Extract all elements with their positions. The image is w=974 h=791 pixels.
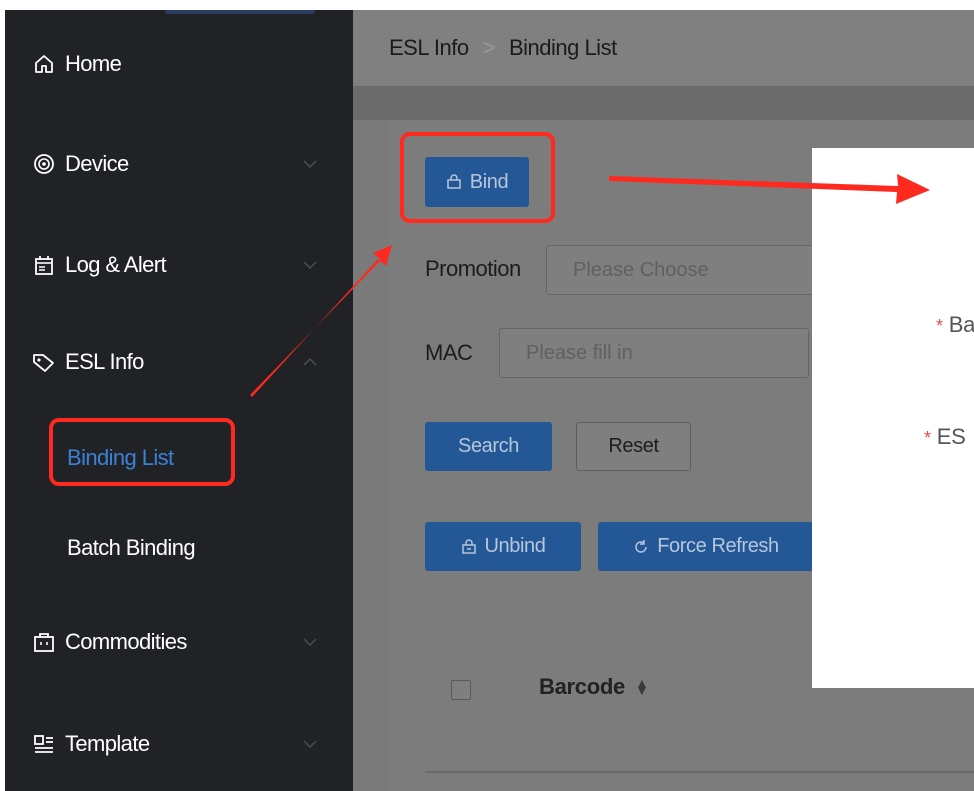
sidebar: Home Device Log & Alert ESL Info Binding… — [5, 10, 353, 791]
sidebar-subitem-label: Binding List — [67, 445, 174, 470]
mac-label: MAC — [425, 340, 473, 365]
logo — [165, 10, 315, 14]
sidebar-item-label: Device — [65, 151, 129, 176]
refresh-icon — [633, 539, 649, 555]
bind-dialog: * Ba * ES — [812, 148, 974, 688]
promotion-label: Promotion — [425, 256, 521, 281]
sidebar-subitem-label: Batch Binding — [67, 535, 196, 560]
reset-button[interactable]: Reset — [576, 422, 691, 471]
sidebar-item-device[interactable]: Device — [5, 134, 353, 194]
bag-icon — [446, 174, 462, 190]
sidebar-item-home[interactable]: Home — [5, 34, 353, 94]
chevron-up-icon — [303, 357, 317, 366]
chevron-down-icon — [303, 261, 317, 270]
briefcase-icon — [31, 629, 57, 655]
sidebar-item-commodities[interactable]: Commodities — [5, 612, 353, 672]
dialog-field-barcode-label: * Ba — [936, 312, 974, 337]
sidebar-item-template[interactable]: Template — [5, 714, 353, 774]
unbind-button[interactable]: Unbind — [425, 522, 581, 571]
sidebar-item-label: ESL Info — [65, 349, 144, 374]
table-divider — [425, 771, 974, 773]
chevron-down-icon — [303, 638, 317, 647]
sidebar-item-label: Template — [65, 731, 150, 756]
chevron-right-icon: > — [482, 35, 496, 60]
sidebar-item-log-alert[interactable]: Log & Alert — [5, 235, 353, 295]
sidebar-item-esl-info[interactable]: ESL Info — [5, 332, 353, 392]
calendar-icon — [31, 252, 57, 278]
sidebar-item-label: Log & Alert — [65, 252, 167, 277]
force-refresh-button[interactable]: Force Refresh — [598, 522, 814, 571]
content-gap — [353, 86, 974, 120]
breadcrumb: ESL Info > Binding List — [353, 10, 974, 86]
breadcrumb-parent[interactable]: ESL Info — [389, 35, 469, 61]
search-button[interactable]: Search — [425, 422, 552, 471]
sidebar-subitem-binding-list[interactable]: Binding List — [5, 430, 353, 486]
unbind-icon — [461, 538, 477, 555]
column-header-barcode[interactable]: Barcode ▲ ▼ — [539, 674, 649, 700]
mac-input[interactable]: Please fill in — [499, 328, 809, 378]
promotion-select[interactable]: Please Choose — [546, 245, 814, 295]
chevron-down-icon — [303, 740, 317, 749]
sidebar-item-label: Commodities — [65, 629, 187, 654]
select-all-checkbox[interactable] — [451, 680, 471, 700]
breadcrumb-current: Binding List — [508, 35, 617, 60]
chevron-down-icon — [303, 160, 317, 169]
home-icon — [31, 51, 57, 77]
sort-icon[interactable]: ▲ ▼ — [635, 676, 649, 697]
dialog-field-esl-label: * ES — [924, 424, 966, 449]
tag-icon — [31, 349, 57, 375]
bind-button[interactable]: Bind — [425, 157, 529, 207]
sidebar-item-label: Home — [65, 51, 122, 76]
sidebar-subitem-batch-binding[interactable]: Batch Binding — [5, 520, 353, 576]
device-icon — [31, 151, 57, 177]
template-icon — [31, 731, 57, 757]
